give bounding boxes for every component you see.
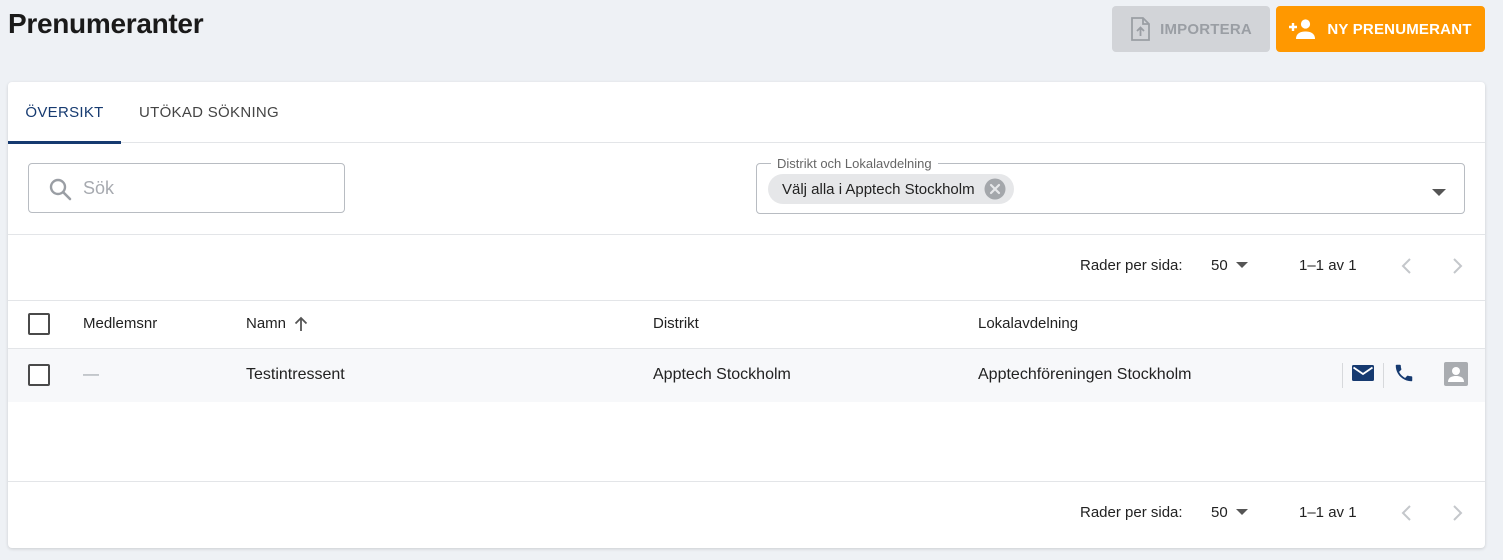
rows-per-page-select[interactable]: 50: [1211, 257, 1248, 274]
previous-page-icon[interactable]: [1399, 502, 1415, 528]
page-range: 1–1 av 1: [1299, 504, 1357, 521]
previous-page-icon[interactable]: [1399, 255, 1415, 281]
district-select[interactable]: Distrikt och Lokalavdelning Välj alla i …: [756, 156, 1465, 214]
email-icon[interactable]: [1352, 362, 1374, 389]
page-range: 1–1 av 1: [1299, 257, 1357, 274]
column-header-local[interactable]: Lokalavdelning: [978, 315, 1078, 332]
page-title: Prenumeranter: [8, 8, 204, 39]
cell-member-no: —: [83, 366, 99, 383]
subscriber-card: ÖVERSIKT UTÖKAD SÖKNING Distrikt och Lok…: [8, 82, 1485, 548]
district-chip: Välj alla i Apptech Stockholm: [768, 174, 1014, 204]
district-chip-label: Välj alla i Apptech Stockholm: [782, 180, 975, 198]
row-checkbox[interactable]: [28, 364, 50, 386]
rows-per-page-value: 50: [1211, 257, 1228, 274]
tab-extended-search[interactable]: UTÖKAD SÖKNING: [130, 82, 288, 143]
select-all-checkbox[interactable]: [28, 313, 50, 335]
rows-per-page-label: Rader per sida:: [1080, 504, 1183, 521]
arrow-up-icon: [294, 316, 308, 331]
action-divider: [1342, 363, 1343, 388]
contact-card-icon[interactable]: [1444, 362, 1468, 391]
table-header: Medlemsnr Namn Distrikt Lokalavdelning: [8, 300, 1485, 349]
pagination-bottom: Rader per sida: 50 1–1 av 1: [8, 482, 1485, 546]
chevron-down-icon: [1235, 509, 1248, 515]
next-page-icon[interactable]: [1449, 502, 1465, 528]
cell-district: Apptech Stockholm: [653, 366, 791, 383]
rows-per-page-select[interactable]: 50: [1211, 504, 1248, 521]
tab-bar: ÖVERSIKT UTÖKAD SÖKNING: [8, 82, 1485, 144]
action-divider: [1383, 363, 1384, 388]
chevron-down-icon: [1235, 262, 1248, 268]
column-header-member-no[interactable]: Medlemsnr: [83, 315, 157, 332]
chip-remove-icon[interactable]: [984, 178, 1006, 200]
phone-icon[interactable]: [1393, 362, 1415, 389]
cell-local: Apptechföreningen Stockholm: [978, 366, 1192, 383]
rows-per-page-value: 50: [1211, 504, 1228, 521]
upload-file-icon: [1131, 17, 1150, 41]
new-subscriber-button[interactable]: NY PRENUMERANT: [1276, 6, 1485, 52]
new-subscriber-button-label: NY PRENUMERANT: [1327, 20, 1472, 38]
import-button-label: IMPORTERA: [1160, 20, 1252, 38]
search-input[interactable]: [83, 165, 333, 211]
column-header-name-label: Namn: [246, 315, 287, 332]
column-header-district[interactable]: Distrikt: [653, 315, 699, 332]
cell-name: Testintressent: [246, 366, 345, 383]
search-icon: [49, 178, 72, 201]
next-page-icon[interactable]: [1449, 255, 1465, 281]
rows-per-page-label: Rader per sida:: [1080, 257, 1183, 274]
tab-overview[interactable]: ÖVERSIKT: [8, 82, 121, 144]
search-field[interactable]: [28, 163, 345, 213]
import-button[interactable]: IMPORTERA: [1112, 6, 1270, 52]
district-select-label: Distrikt och Lokalavdelning: [771, 156, 938, 171]
pagination-top: Rader per sida: 50 1–1 av 1: [8, 235, 1485, 299]
chevron-down-icon[interactable]: [1432, 184, 1446, 202]
person-add-icon: [1289, 19, 1316, 39]
table-row[interactable]: — Testintressent Apptech Stockholm Appte…: [8, 349, 1485, 402]
column-header-name[interactable]: Namn: [246, 315, 308, 332]
